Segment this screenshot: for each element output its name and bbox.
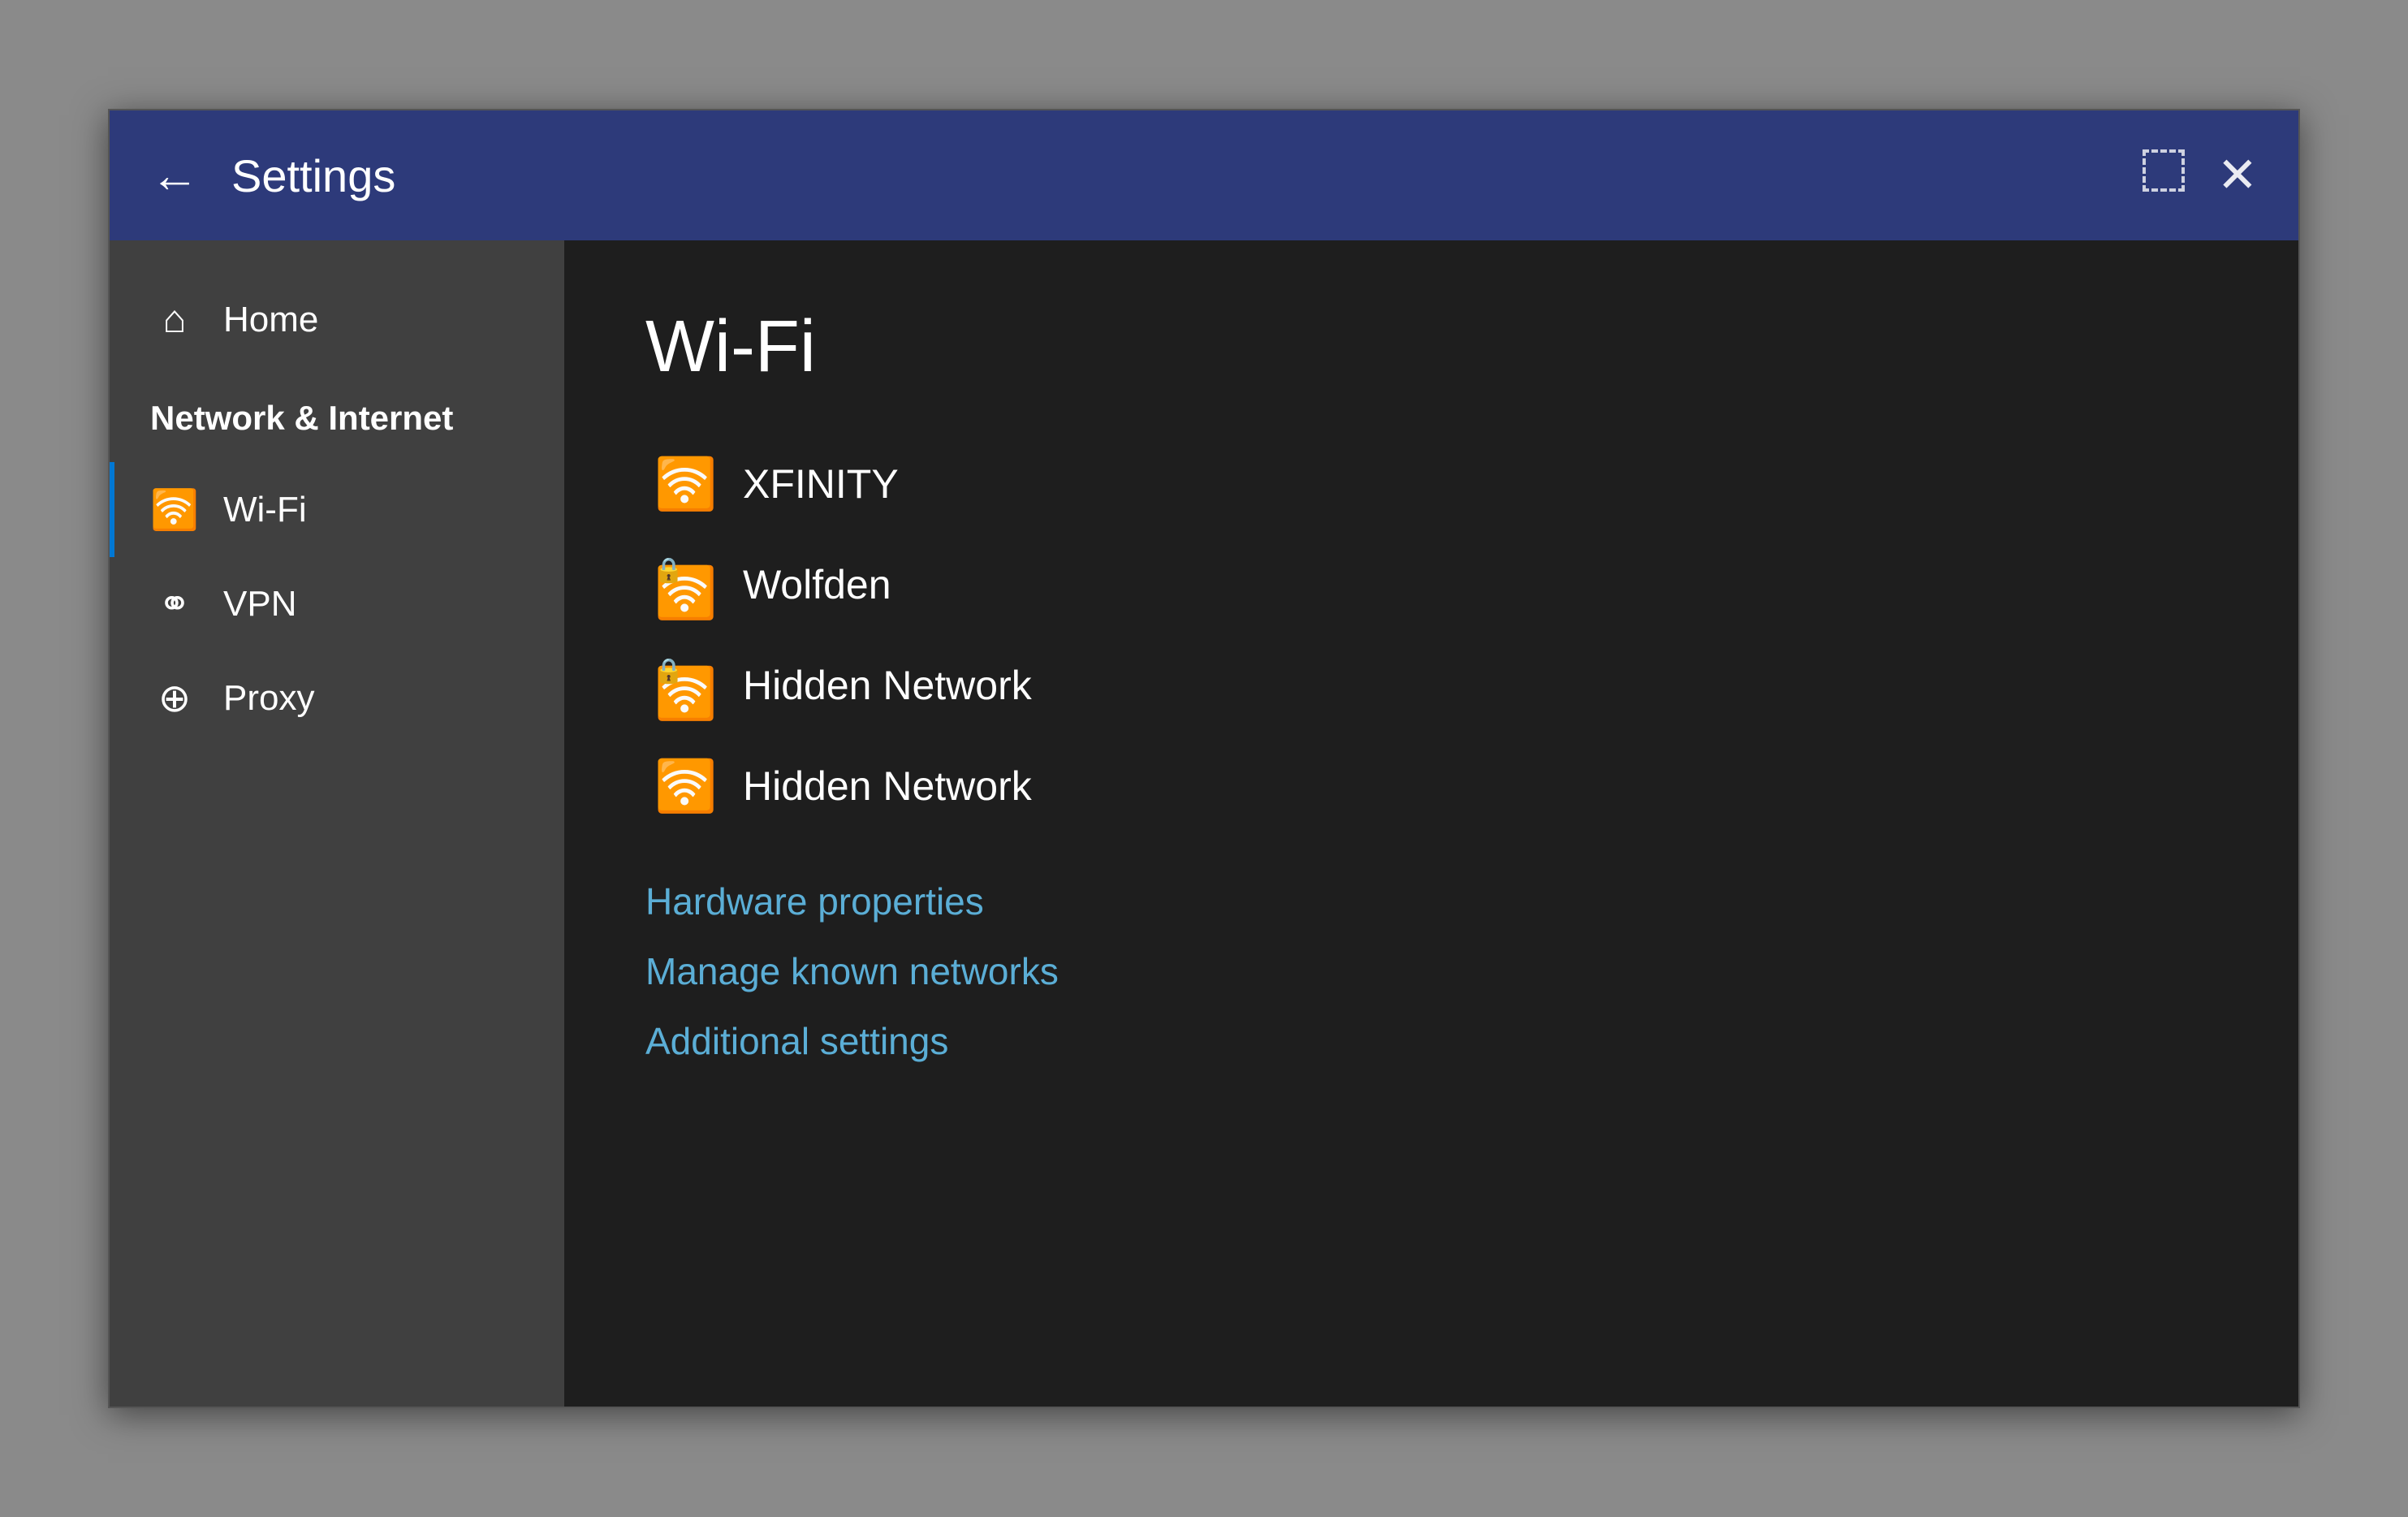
links-section: Hardware properties Manage known network… [645,873,2217,1070]
network-name: Wolfden [743,561,891,608]
window-title: Settings [231,149,2143,202]
close-button[interactable]: ✕ [2217,151,2258,200]
sidebar-item-wifi[interactable]: 🛜 Wi-Fi [110,462,564,557]
page-title: Wi-Fi [645,305,2217,389]
content-area: ⌂ Home Network & Internet 🛜 Wi-Fi ⚭ VPN … [110,240,2298,1407]
network-icon-wrap: 🔒 🛜 [654,657,719,714]
wifi-sidebar-icon: 🛜 [150,486,199,533]
sidebar-item-proxy[interactable]: ⊕ Proxy [110,651,564,746]
lock-icon: 🔒 [654,556,684,585]
home-icon: ⌂ [150,297,199,342]
wifi-signal-icon: 🛜 [654,455,717,514]
list-item[interactable]: 🔒 🛜 Wolfden [645,538,2217,631]
window-controls: ✕ [2143,149,2258,202]
network-name: Hidden Network [743,763,1032,810]
network-name: Hidden Network [743,662,1032,709]
lock-icon: 🔒 [654,657,684,685]
sidebar-proxy-label: Proxy [223,678,314,719]
sidebar-wifi-label: Wi-Fi [223,490,307,530]
list-item[interactable]: 🛜 XFINITY [645,438,2217,530]
titlebar: ← Settings ✕ [110,110,2298,240]
sidebar-section-header: Network & Internet [110,374,564,462]
network-list: 🛜 XFINITY 🔒 🛜 Wolfden 🔒 🛜 [645,438,2217,832]
vpn-icon: ⚭ [150,581,199,627]
manage-networks-link[interactable]: Manage known networks [645,943,2217,1000]
network-icon-wrap: 🛜 [654,758,719,815]
restore-button[interactable] [2143,149,2185,202]
network-icon-wrap: 🛜 [654,456,719,512]
back-button[interactable]: ← [150,151,199,200]
sidebar: ⌂ Home Network & Internet 🛜 Wi-Fi ⚭ VPN … [110,240,564,1407]
network-icon-wrap: 🔒 🛜 [654,556,719,613]
sidebar-item-vpn[interactable]: ⚭ VPN [110,557,564,651]
sidebar-home-label: Home [223,300,318,340]
wifi-signal-icon: 🛜 [654,757,717,816]
network-name: XFINITY [743,460,899,508]
list-item[interactable]: 🛜 Hidden Network [645,740,2217,832]
sidebar-vpn-label: VPN [223,584,296,625]
proxy-icon: ⊕ [150,676,199,721]
list-item[interactable]: 🔒 🛜 Hidden Network [645,639,2217,732]
main-content: Wi-Fi 🛜 XFINITY 🔒 🛜 Wolfden [564,240,2298,1407]
hardware-properties-link[interactable]: Hardware properties [645,873,2217,930]
sidebar-section-label: Network & Internet [150,399,453,438]
sidebar-item-home[interactable]: ⌂ Home [110,273,564,366]
settings-window: ← Settings ✕ ⌂ Home Network & Internet 🛜… [108,109,2300,1408]
restore-icon [2143,149,2185,192]
additional-settings-link[interactable]: Additional settings [645,1013,2217,1070]
